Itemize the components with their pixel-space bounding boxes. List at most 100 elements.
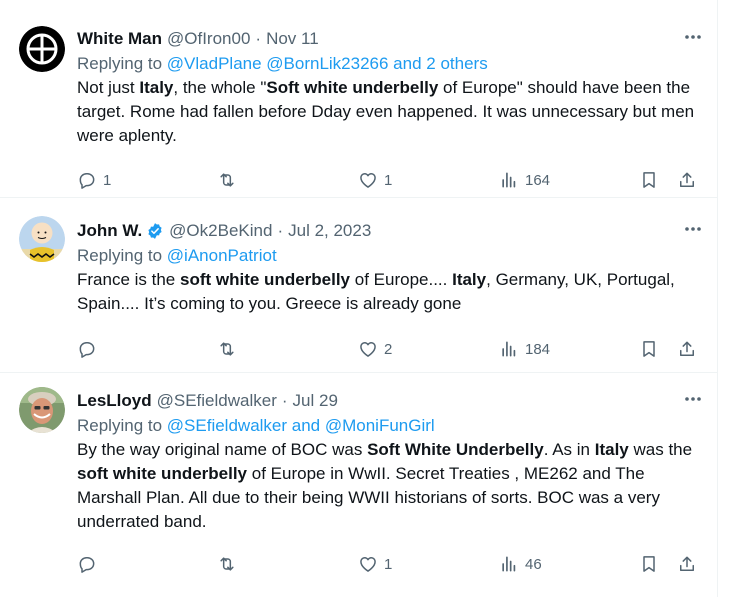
bookmark-button[interactable] bbox=[639, 168, 659, 192]
bookmark-icon bbox=[643, 172, 655, 188]
tweet-actions: 2 184 bbox=[77, 337, 701, 361]
share-button[interactable] bbox=[677, 168, 697, 192]
tweet-date[interactable]: Jul 2, 2023 bbox=[288, 221, 371, 241]
retweet-icon bbox=[220, 342, 234, 356]
views-button[interactable]: 184 bbox=[499, 337, 550, 361]
share-icon bbox=[680, 341, 694, 356]
views-button[interactable]: 46 bbox=[499, 552, 542, 576]
separator-dot: · bbox=[277, 221, 284, 240]
text-segment-bold: Soft White Underbelly bbox=[367, 440, 544, 459]
author-handle[interactable]: @OfIron00 bbox=[167, 29, 250, 49]
tweet-header: LesLloyd @SEfieldwalker · Jul 29 bbox=[77, 389, 701, 413]
replying-to-users[interactable]: @iAnonPatriot bbox=[167, 246, 277, 265]
text-segment: , the whole " bbox=[173, 78, 267, 97]
share-button[interactable] bbox=[677, 552, 697, 576]
like-icon bbox=[360, 557, 376, 572]
text-segment: of Europe.... bbox=[350, 270, 453, 289]
replying-to-label: Replying to bbox=[77, 54, 163, 73]
author-handle[interactable]: @SEfieldwalker bbox=[157, 391, 277, 411]
tweet-actions: 1 1 164 bbox=[77, 168, 701, 192]
views-count: 184 bbox=[525, 340, 551, 358]
tweet-text: France is the soft white underbelly of E… bbox=[77, 268, 700, 316]
like-button[interactable]: 2 bbox=[358, 337, 392, 361]
tweet-text: Not just Italy, the whole "Soft white un… bbox=[77, 76, 700, 148]
like-count: 1 bbox=[384, 171, 393, 189]
bookmark-icon bbox=[643, 556, 655, 572]
views-icon bbox=[502, 172, 516, 188]
retweet-button[interactable] bbox=[217, 337, 243, 361]
reply-feed: White Man @OfIron00 · Nov 11 Replying to… bbox=[0, 0, 718, 597]
reply-icon bbox=[79, 342, 95, 358]
tweet-date[interactable]: Nov 11 bbox=[266, 29, 319, 49]
text-segment: Not just bbox=[77, 78, 140, 97]
tweet[interactable]: White Man @OfIron00 · Nov 11 Replying to… bbox=[0, 10, 718, 198]
share-icon bbox=[680, 556, 694, 571]
reply-icon bbox=[79, 173, 95, 189]
text-segment-bold: Italy bbox=[594, 440, 629, 459]
tweet-header: John W. @Ok2BeKind · Jul 2, 2023 bbox=[77, 219, 701, 243]
text-segment-bold: soft white underbelly bbox=[180, 270, 351, 289]
replying-to: Replying to @iAnonPatriot bbox=[77, 245, 700, 267]
bookmark-button[interactable] bbox=[639, 552, 659, 576]
text-segment: By the way original name of BOC was bbox=[77, 440, 368, 459]
tweet[interactable]: John W. @Ok2BeKind · Jul 2, 2023 Replyin… bbox=[0, 198, 718, 373]
bookmark-icon bbox=[643, 341, 655, 357]
replying-to: Replying to @SEfieldwalker and @MoniFunG… bbox=[77, 415, 700, 437]
avatar[interactable] bbox=[19, 387, 65, 433]
text-segment: . As in bbox=[543, 440, 595, 459]
tweet-actions: 1 46 bbox=[77, 552, 701, 576]
separator-dot: · bbox=[281, 391, 288, 410]
views-count: 46 bbox=[525, 555, 542, 573]
separator-dot: · bbox=[255, 29, 262, 48]
reply-button[interactable]: 1 bbox=[77, 168, 111, 192]
reply-count: 1 bbox=[103, 171, 112, 189]
avatar[interactable] bbox=[19, 216, 65, 262]
text-segment: was the bbox=[628, 440, 693, 459]
retweet-button[interactable] bbox=[217, 168, 243, 192]
author-name[interactable]: John W. bbox=[77, 221, 142, 241]
more-icon[interactable] bbox=[682, 389, 704, 409]
views-icon bbox=[502, 556, 516, 572]
share-icon bbox=[680, 172, 694, 187]
charlie-brown-avatar-icon bbox=[19, 216, 65, 262]
author-handle[interactable]: @Ok2BeKind bbox=[169, 221, 272, 241]
bookmark-button[interactable] bbox=[639, 337, 659, 361]
user-photo-avatar-icon bbox=[19, 387, 65, 433]
share-button[interactable] bbox=[677, 337, 697, 361]
views-count: 164 bbox=[525, 171, 551, 189]
crosshair-avatar-icon bbox=[19, 26, 65, 72]
reply-icon bbox=[79, 557, 95, 573]
like-button[interactable]: 1 bbox=[358, 552, 392, 576]
like-icon bbox=[360, 342, 376, 357]
text-segment-bold: Soft white underbelly bbox=[266, 78, 439, 97]
like-button[interactable]: 1 bbox=[358, 168, 392, 192]
replying-to-label: Replying to bbox=[77, 416, 163, 435]
replying-to-users[interactable]: @VladPlane @BornLik23266 and 2 others bbox=[167, 54, 488, 73]
reply-button[interactable] bbox=[77, 337, 103, 361]
replying-to-users[interactable]: @SEfieldwalker and @MoniFunGirl bbox=[167, 416, 435, 435]
tweet-header: White Man @OfIron00 · Nov 11 bbox=[77, 27, 701, 51]
reply-button[interactable] bbox=[77, 552, 103, 576]
avatar[interactable] bbox=[19, 26, 65, 72]
verified-badge-icon[interactable] bbox=[146, 222, 164, 240]
text-segment-bold: soft white underbelly bbox=[77, 464, 248, 483]
author-name[interactable]: LesLloyd bbox=[77, 391, 152, 411]
replying-to-label: Replying to bbox=[77, 246, 163, 265]
tweet-text: By the way original name of BOC was Soft… bbox=[77, 438, 700, 534]
retweet-button[interactable] bbox=[217, 552, 243, 576]
replying-to: Replying to @VladPlane @BornLik23266 and… bbox=[77, 53, 700, 75]
text-segment-bold: Italy bbox=[452, 270, 487, 289]
like-count: 1 bbox=[384, 555, 393, 573]
retweet-icon bbox=[220, 173, 234, 187]
text-segment: France is the bbox=[77, 270, 180, 289]
tweet-date[interactable]: Jul 29 bbox=[293, 391, 338, 411]
views-icon bbox=[502, 341, 516, 357]
like-count: 2 bbox=[384, 340, 393, 358]
retweet-icon bbox=[220, 557, 234, 571]
text-segment-bold: Italy bbox=[139, 78, 174, 97]
more-icon[interactable] bbox=[682, 27, 704, 47]
author-name[interactable]: White Man bbox=[77, 29, 162, 49]
views-button[interactable]: 164 bbox=[499, 168, 550, 192]
more-icon[interactable] bbox=[682, 219, 704, 239]
tweet[interactable]: LesLloyd @SEfieldwalker · Jul 29 Replyin… bbox=[0, 373, 718, 597]
